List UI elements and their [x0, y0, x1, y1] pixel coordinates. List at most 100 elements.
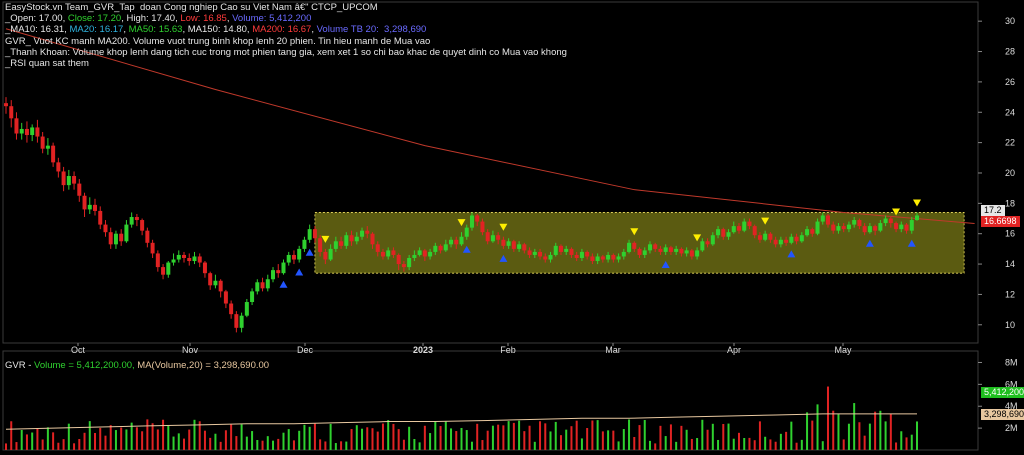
ma200-value: MA200: 16.67	[252, 24, 312, 35]
volume-value: Volume: 5,412,200	[232, 13, 312, 24]
volume-bar	[518, 420, 521, 450]
volume-bar	[52, 432, 55, 450]
volume-bar	[230, 424, 233, 450]
volume-bar	[402, 439, 405, 450]
volume-bar	[83, 432, 86, 450]
candle-body	[155, 253, 160, 268]
candle-body	[710, 235, 715, 245]
candle-body	[773, 239, 778, 245]
candle-body	[87, 204, 92, 210]
volume-bar	[381, 423, 384, 450]
volume-bar	[272, 440, 275, 450]
volume-bar	[371, 428, 374, 450]
candle-body	[716, 229, 721, 236]
volume-bar	[858, 422, 861, 450]
volume-bar	[800, 439, 803, 450]
candle-body	[867, 226, 872, 233]
volume-bar	[282, 432, 285, 450]
volume-symbol-label: GVR -	[5, 360, 35, 371]
volume-bar	[570, 426, 573, 450]
candle-body	[684, 250, 689, 254]
volume-bar	[460, 427, 463, 450]
low-value: Low: 16.85	[180, 13, 227, 24]
candle-body	[208, 273, 213, 286]
candle-body	[752, 226, 757, 236]
volume-bar	[423, 425, 426, 450]
volume-bar	[612, 430, 615, 450]
candle-body	[108, 232, 113, 245]
price-volume-chart: 10 12 14 16 18 20 22 24 26 28 30 Oct Nov Dec 2023 Feb Ma…	[2, 1, 1018, 451]
volume-bar	[5, 443, 7, 450]
candle-body	[82, 195, 87, 210]
candle-body	[558, 245, 563, 252]
volume-bar	[743, 438, 746, 450]
candle-body	[323, 251, 328, 260]
volume-bar	[345, 441, 348, 450]
ma50-value: MA50: 15.63	[128, 24, 183, 35]
consolidation-box	[314, 212, 965, 274]
volume-bar	[31, 432, 34, 450]
volume-bar	[533, 441, 536, 450]
candle-body	[548, 254, 553, 260]
volume-bar	[99, 427, 102, 450]
volume-bar	[669, 424, 672, 450]
y-tick-label: 18	[1005, 198, 1015, 208]
candle-body	[396, 254, 401, 265]
volume-bar	[78, 439, 81, 450]
candle-body	[276, 270, 281, 274]
volume-bar	[497, 424, 500, 450]
candle-body	[543, 256, 548, 260]
volume-bar	[591, 420, 594, 450]
candle-body	[19, 128, 24, 134]
candle-body	[124, 224, 129, 242]
buy-signal-marker	[279, 280, 288, 288]
volume-bar	[361, 428, 364, 450]
volume-bar	[586, 428, 589, 450]
volume-bar	[277, 438, 280, 450]
candle-body	[862, 226, 867, 233]
candle-body	[600, 256, 605, 260]
volume-bar	[183, 438, 186, 450]
candle-body	[501, 239, 506, 246]
candle-body	[417, 250, 422, 255]
volume-bar	[680, 425, 683, 450]
candle-body	[873, 226, 878, 231]
candle-body	[9, 106, 14, 119]
volume-bar	[575, 420, 578, 450]
candle-body	[72, 176, 77, 184]
volume-bar	[413, 439, 416, 450]
candle-body	[260, 282, 265, 289]
candle-body	[386, 250, 391, 257]
volume-bar	[481, 440, 484, 450]
candle-body	[564, 248, 569, 252]
candle-body	[579, 251, 584, 258]
candle-body	[145, 230, 150, 243]
volume-bar	[340, 441, 343, 450]
volume-bar	[528, 425, 531, 450]
x-tick-label: Mar	[605, 345, 621, 355]
candle-body	[98, 210, 103, 225]
candle-body	[45, 145, 50, 149]
volume-bar	[135, 427, 138, 450]
ma150-value: MA150: 14.80	[187, 24, 247, 35]
candle-body	[585, 251, 590, 257]
candle-body	[24, 128, 29, 136]
volume-bar	[224, 430, 227, 450]
volume-ma-tag: 3,298,690	[981, 409, 1024, 420]
volume-panel-value: Volume = 5,412,200.00,	[34, 360, 138, 371]
volume-bar	[617, 441, 620, 450]
candle-body	[354, 236, 359, 242]
candle-body	[831, 224, 836, 231]
volume-bar	[675, 441, 678, 450]
candle-body	[742, 221, 747, 231]
volume-bar	[832, 410, 835, 450]
candle-body	[66, 176, 71, 186]
volume-bar	[748, 437, 751, 450]
candle-body	[454, 239, 459, 245]
x-tick-label: Apr	[727, 345, 741, 355]
candle-body	[328, 248, 333, 260]
candle-body	[140, 220, 145, 231]
candle-body	[763, 233, 768, 240]
volume-bar	[308, 426, 311, 450]
y-tick-label: 30	[1005, 16, 1015, 26]
